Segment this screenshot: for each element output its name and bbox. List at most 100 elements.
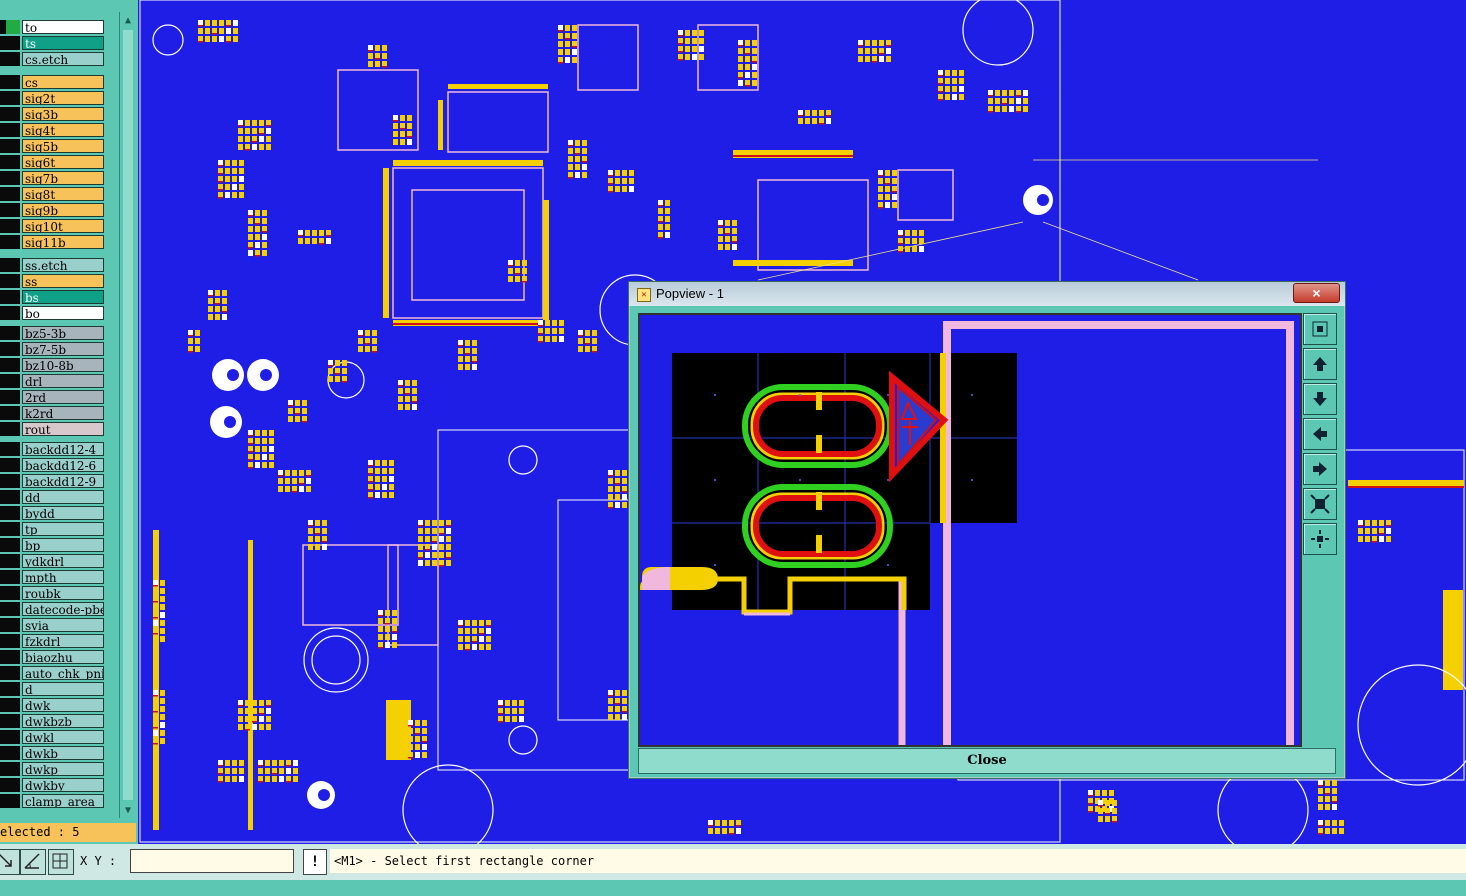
layer-affected-toggle[interactable] xyxy=(6,203,20,217)
popview-zoomed-view[interactable] xyxy=(638,313,1302,747)
layer-row[interactable]: ss xyxy=(0,274,118,288)
layer-affected-toggle[interactable] xyxy=(6,123,20,137)
layer-affected-toggle[interactable] xyxy=(6,778,20,792)
layer-row[interactable]: sig2t xyxy=(0,91,118,105)
layer-row[interactable]: sig6t xyxy=(0,155,118,169)
layer-row[interactable]: dwkbzb xyxy=(0,714,118,728)
close-window-button[interactable]: × xyxy=(1293,283,1340,303)
layer-row[interactable]: rout xyxy=(0,422,118,436)
layer-row[interactable]: backdd12-9 xyxy=(0,474,118,488)
layer-row[interactable]: bydd xyxy=(0,506,118,520)
layer-affected-toggle[interactable] xyxy=(6,506,20,520)
layer-affected-toggle[interactable] xyxy=(6,258,20,272)
layer-row[interactable]: dwkby xyxy=(0,778,118,792)
layer-affected-toggle[interactable] xyxy=(6,390,20,404)
layer-row[interactable]: ss.etch xyxy=(0,258,118,272)
layer-affected-toggle[interactable] xyxy=(6,570,20,584)
layer-row[interactable]: dwkl xyxy=(0,730,118,744)
layer-row[interactable]: svia xyxy=(0,618,118,632)
layer-row[interactable]: ydkdrl xyxy=(0,554,118,568)
layer-row[interactable]: roubk xyxy=(0,586,118,600)
layer-row[interactable]: mpth xyxy=(0,570,118,584)
layer-affected-toggle[interactable] xyxy=(6,358,20,372)
layer-row[interactable]: cs.etch xyxy=(0,52,118,66)
layer-affected-toggle[interactable] xyxy=(6,730,20,744)
layer-affected-toggle[interactable] xyxy=(6,650,20,664)
scroll-up-icon[interactable]: ▲ xyxy=(121,14,135,28)
layer-row[interactable]: d xyxy=(0,682,118,696)
layer-affected-toggle[interactable] xyxy=(6,474,20,488)
layer-row[interactable]: dwkb xyxy=(0,746,118,760)
layer-affected-toggle[interactable] xyxy=(6,554,20,568)
layer-row-top[interactable]: to xyxy=(0,20,118,34)
layer-row[interactable]: bz10-8b xyxy=(0,358,118,372)
layer-affected-toggle[interactable] xyxy=(6,538,20,552)
layer-row[interactable]: biaozhu xyxy=(0,650,118,664)
layer-row[interactable]: bs xyxy=(0,290,118,304)
warning-button[interactable]: ! xyxy=(303,849,327,875)
layer-affected-toggle[interactable] xyxy=(6,155,20,169)
layer-affected-toggle[interactable] xyxy=(6,187,20,201)
layer-row[interactable]: sig7b xyxy=(0,171,118,185)
layer-affected-toggle[interactable] xyxy=(6,235,20,249)
zoom-fit-icon[interactable] xyxy=(1303,488,1337,520)
layer-row[interactable]: tp xyxy=(0,522,118,536)
layer-row[interactable]: auto_chk_pni xyxy=(0,666,118,680)
layer-affected-toggle[interactable] xyxy=(6,490,20,504)
layer-row[interactable]: ts xyxy=(0,36,118,50)
zoom-in-icon[interactable] xyxy=(1303,348,1337,380)
layer-affected-toggle[interactable] xyxy=(6,219,20,233)
measure-tool-icon[interactable] xyxy=(20,849,46,875)
pan-right-icon[interactable] xyxy=(1303,453,1337,485)
layer-affected-toggle[interactable] xyxy=(6,306,20,320)
layer-affected-toggle[interactable] xyxy=(6,422,20,436)
layer-affected-toggle[interactable] xyxy=(6,75,20,89)
layer-affected-toggle[interactable] xyxy=(6,374,20,388)
layer-affected-toggle[interactable] xyxy=(6,36,20,50)
layer-scrollbar[interactable]: ▲ ▼ xyxy=(119,12,136,818)
layer-affected-toggle[interactable] xyxy=(6,618,20,632)
xy-coordinate-input[interactable] xyxy=(130,849,294,873)
layer-row[interactable]: clamp_area xyxy=(0,794,118,808)
layer-affected-toggle[interactable] xyxy=(6,171,20,185)
layer-affected-toggle[interactable] xyxy=(6,666,20,680)
layer-affected-toggle[interactable] xyxy=(6,442,20,456)
layer-row[interactable]: bo xyxy=(0,306,118,320)
layer-row[interactable]: 2rd xyxy=(0,390,118,404)
layer-row[interactable]: sig3b xyxy=(0,107,118,121)
layer-affected-toggle[interactable] xyxy=(6,794,20,808)
zoom-center-icon[interactable] xyxy=(1303,523,1337,555)
layer-affected-toggle[interactable] xyxy=(6,762,20,776)
layer-affected-toggle[interactable] xyxy=(6,91,20,105)
layer-affected-toggle[interactable] xyxy=(6,406,20,420)
layer-row[interactable]: drl xyxy=(0,374,118,388)
grid-tool-icon[interactable] xyxy=(48,849,74,875)
layer-row[interactable]: k2rd xyxy=(0,406,118,420)
layer-row[interactable]: bz5-3b xyxy=(0,326,118,340)
layer-row[interactable]: dwkp xyxy=(0,762,118,776)
layer-affected-toggle[interactable] xyxy=(6,458,20,472)
layer-affected-toggle[interactable] xyxy=(6,698,20,712)
zoomed-pcb-graphic[interactable] xyxy=(640,315,1300,745)
layer-row[interactable]: bp xyxy=(0,538,118,552)
layer-row[interactable]: backdd12-4 xyxy=(0,442,118,456)
layer-affected-toggle[interactable] xyxy=(6,107,20,121)
layer-row[interactable]: cs xyxy=(0,75,118,89)
layer-affected-toggle[interactable] xyxy=(6,342,20,356)
layer-row[interactable]: dwk xyxy=(0,698,118,712)
layer-row[interactable]: datecode-pbe xyxy=(0,602,118,616)
zoom-out-icon[interactable] xyxy=(1303,383,1337,415)
layer-row[interactable]: sig10t xyxy=(0,219,118,233)
layer-affected-toggle[interactable] xyxy=(6,274,20,288)
layer-affected-toggle[interactable] xyxy=(6,634,20,648)
scroll-down-icon[interactable]: ▼ xyxy=(121,804,135,818)
arrow-tool-icon[interactable] xyxy=(0,849,20,875)
scroll-track[interactable] xyxy=(123,30,133,800)
pan-left-icon[interactable] xyxy=(1303,418,1337,450)
layer-affected-toggle[interactable] xyxy=(6,746,20,760)
layer-row[interactable]: sig11b xyxy=(0,235,118,249)
layer-row[interactable]: fzkdrl xyxy=(0,634,118,648)
layer-row[interactable]: sig5b xyxy=(0,139,118,153)
zoom-home-icon[interactable] xyxy=(1303,313,1337,345)
layer-affected-toggle[interactable] xyxy=(6,522,20,536)
